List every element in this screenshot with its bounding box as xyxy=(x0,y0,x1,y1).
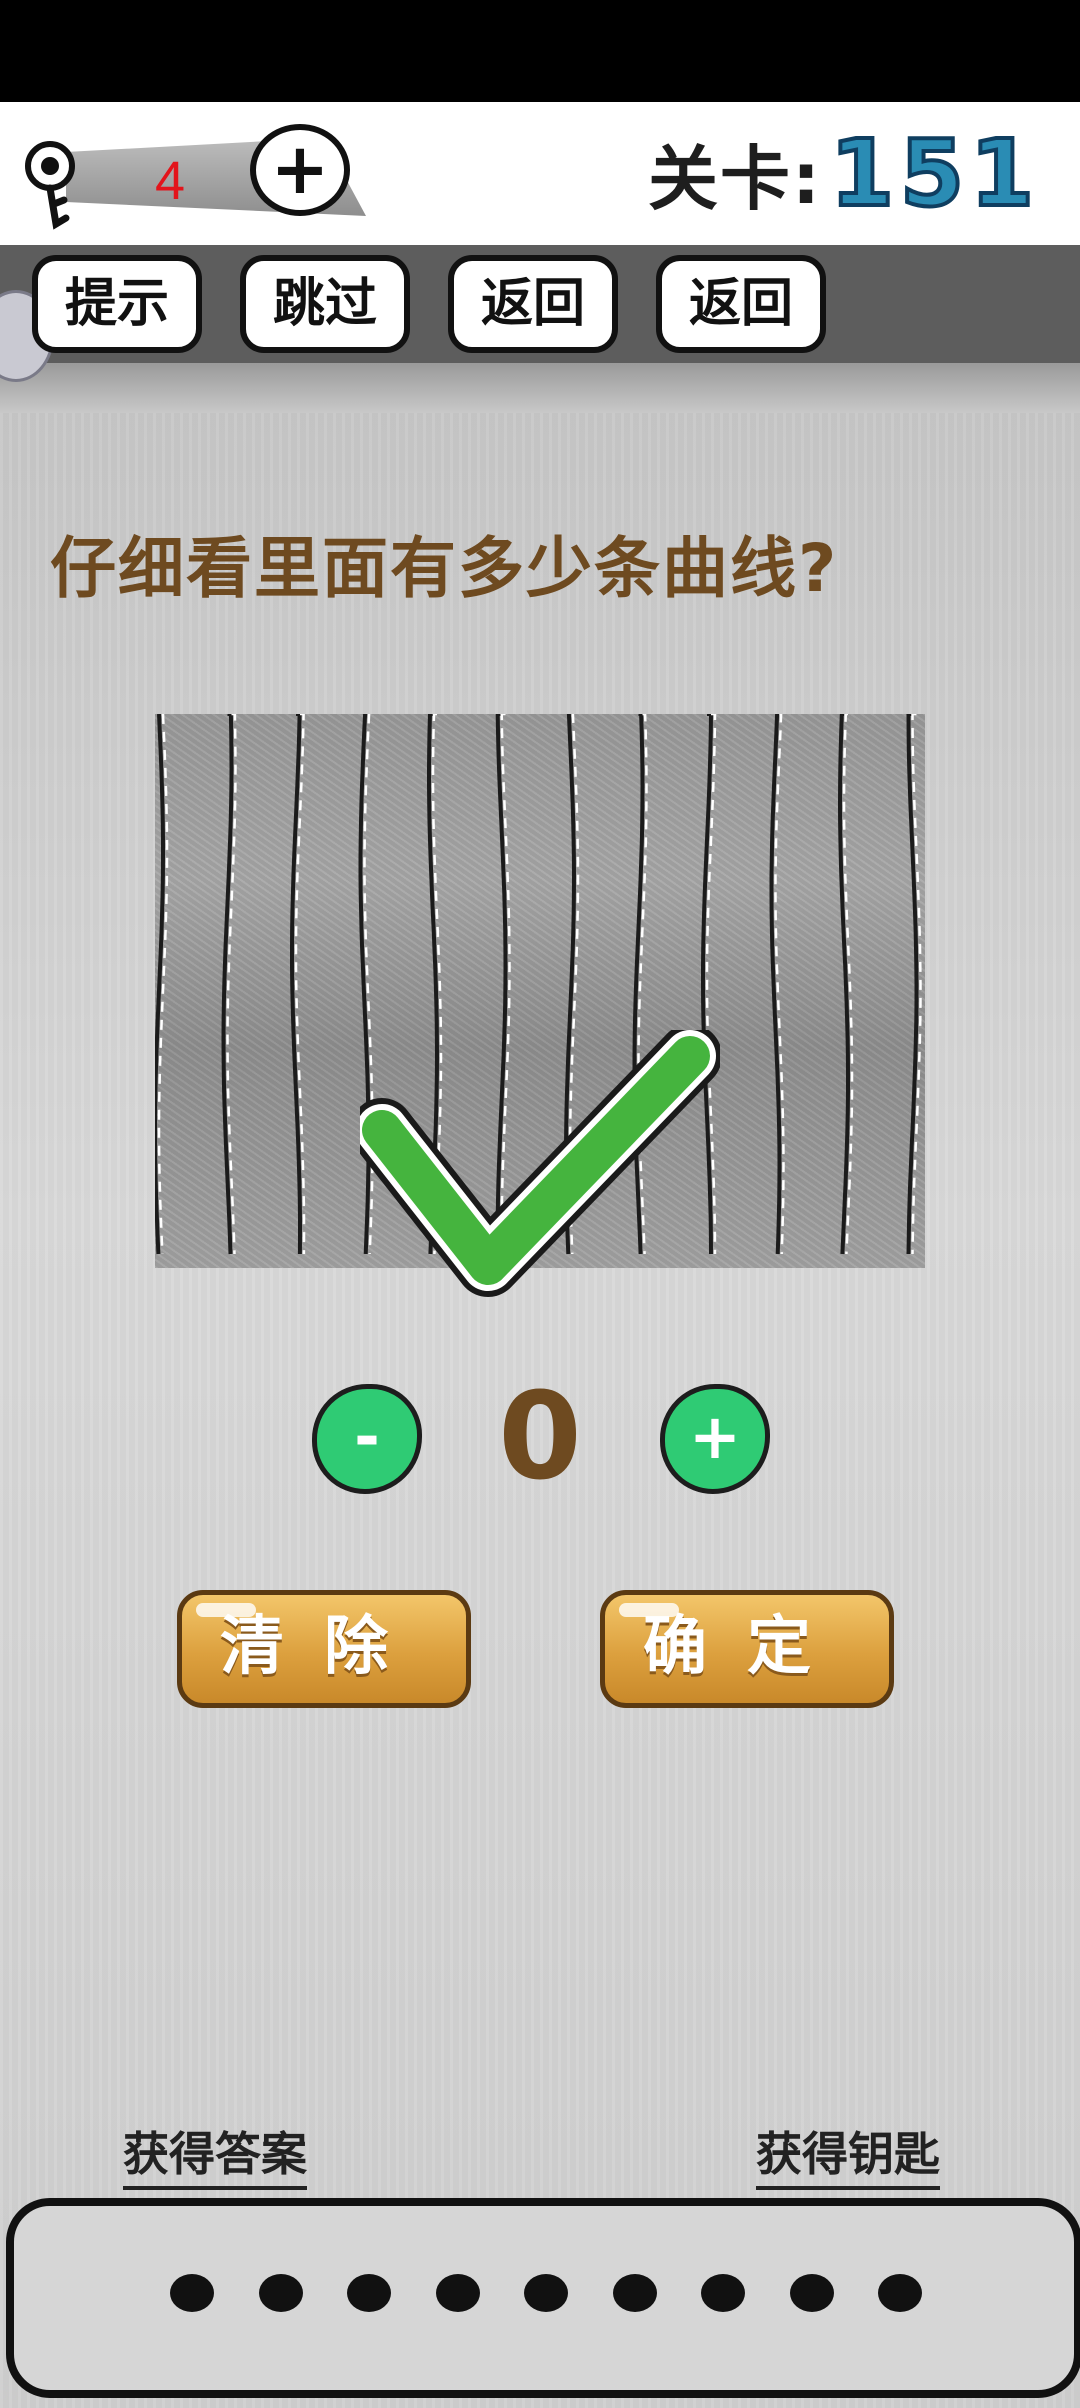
get-answer-link[interactable]: 获得答案 xyxy=(123,2118,307,2190)
status-bar xyxy=(0,0,1080,102)
checkmark-icon xyxy=(360,1030,720,1297)
level-label: 关卡: xyxy=(647,137,822,220)
back-button[interactable]: 返回 xyxy=(448,255,618,353)
answer-placeholder-dot xyxy=(258,2274,303,2312)
answer-placeholder-dot xyxy=(170,2274,214,2312)
answer-placeholder-dot xyxy=(347,2274,391,2312)
key-count: 4 xyxy=(154,151,186,211)
answer-placeholder-dot xyxy=(878,2274,922,2312)
confirm-button[interactable]: 确定 xyxy=(600,1590,894,1708)
illusion-line xyxy=(906,714,919,1255)
answer-placeholder-dot xyxy=(612,2274,657,2312)
skip-button[interactable]: 跳过 xyxy=(240,255,410,353)
toolbar-shadow xyxy=(0,363,1080,413)
level-indicator: 关卡: 151 xyxy=(647,118,1040,229)
add-keys-button[interactable]: + xyxy=(250,124,350,216)
answer-placeholder-dot xyxy=(701,2274,745,2312)
key-icon xyxy=(25,141,75,230)
answer-placeholder-dot xyxy=(435,2274,480,2312)
level-number: 151 xyxy=(828,118,1040,229)
question-text: 仔细看里面有多少条曲线? xyxy=(50,530,839,607)
answer-count: 0 xyxy=(498,1368,582,1507)
back-button-2[interactable]: 返回 xyxy=(656,255,826,353)
answer-placeholder-dot xyxy=(524,2274,568,2312)
answer-placeholder-dot xyxy=(789,2274,834,2312)
get-key-link[interactable]: 获得钥匙 xyxy=(756,2118,940,2190)
clear-button[interactable]: 清除 xyxy=(177,1590,471,1708)
illusion-line xyxy=(837,714,850,1255)
hint-button[interactable]: 提示 xyxy=(32,255,202,353)
key-counter: 4 + xyxy=(20,120,366,230)
